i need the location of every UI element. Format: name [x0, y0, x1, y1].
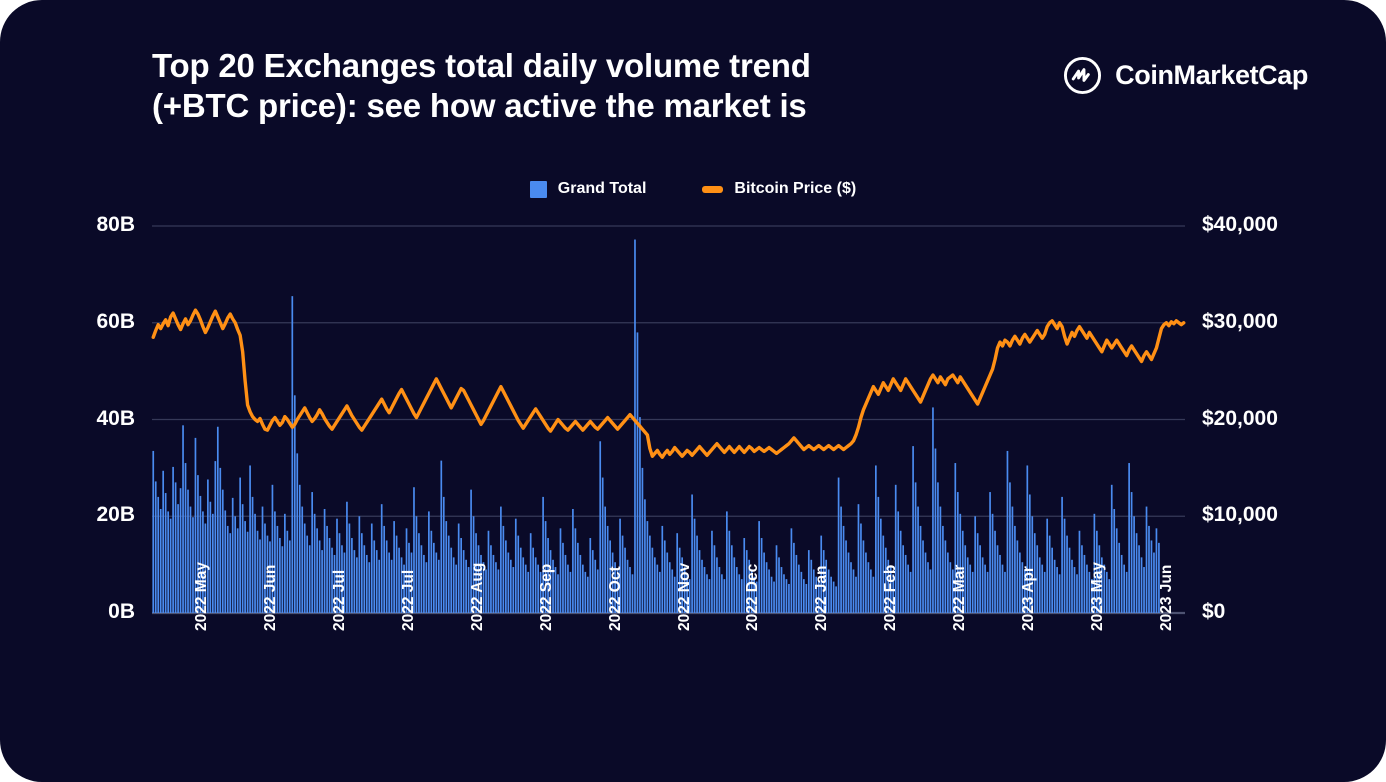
y-axis-left-tick: 0B — [108, 600, 135, 623]
y-axis-left-tick: 80B — [96, 213, 135, 236]
y-axis-left-tick: 60B — [96, 309, 135, 333]
x-axis-tick: 2022 Aug — [468, 562, 486, 631]
x-axis-tick: 2022 Jan — [813, 565, 831, 632]
x-axis-tick: 2022 Sep — [537, 563, 555, 631]
y-axis-right-tick: $0 — [1202, 600, 1226, 623]
x-axis-tick: 2022 Feb — [882, 564, 900, 631]
x-axis-tick: 2022 Jun — [262, 564, 280, 631]
chart-plot-area: 0B 20B 40B 60B 80B $0 $10,000 $20,000 $30,000 $4… — [0, 0, 1386, 782]
x-axis-tick: 2022 Nov — [675, 562, 693, 631]
x-axis-tick: 2022 May — [193, 562, 211, 631]
x-axis-tick: 2023 Jun — [1157, 564, 1175, 631]
chart-card: Top 20 Exchanges total daily volume tren… — [0, 0, 1386, 782]
y-axis-right-tick: $30,000 — [1202, 309, 1278, 333]
y-axis-right-tick: $20,000 — [1202, 406, 1278, 430]
x-axis-tick: 2022 Jul — [400, 569, 418, 631]
bar-series-grand-total — [152, 239, 1160, 614]
y-axis-right-tick: $40,000 — [1202, 213, 1278, 236]
x-axis-tick: 2022 Mar — [950, 564, 968, 631]
y-axis-left-tick: 40B — [96, 406, 135, 430]
x-axis-tick: 2022 Dec — [744, 563, 762, 631]
y-axis-left-tick: 20B — [96, 503, 135, 527]
chart-canvas — [151, 225, 1186, 615]
y-axis-right-tick: $10,000 — [1202, 503, 1278, 527]
x-axis-tick: 2022 Oct — [606, 566, 624, 631]
x-axis-tick: 2023 Apr — [1019, 566, 1037, 631]
line-series-bitcoin-price — [151, 308, 1186, 459]
x-axis-tick: 2023 May — [1088, 562, 1106, 631]
x-axis-tick: 2022 Jul — [331, 569, 349, 631]
